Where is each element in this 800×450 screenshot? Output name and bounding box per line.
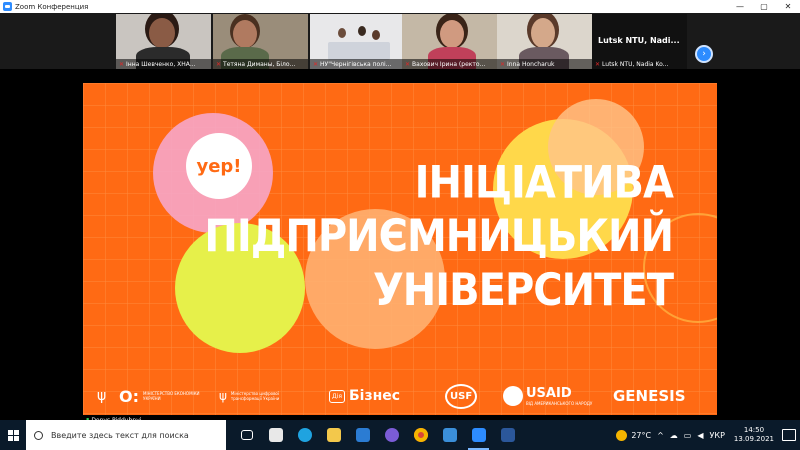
ministry-economy-logo: O: МІНІСТЕРСТВО ЕКОНОМІКИ УКРАЇНИ (119, 386, 200, 406)
viber-icon[interactable] (377, 420, 406, 450)
window-controls: — ▢ ✕ (728, 0, 800, 13)
chevron-up-icon[interactable]: ^ (657, 431, 664, 440)
mic-muted-icon: ✕ (405, 60, 411, 68)
headline-line: УНІВЕРСИТЕТ (372, 264, 674, 317)
participant-video (531, 18, 555, 48)
participant-tile[interactable]: ✕ НУ"Чернігівська полі... (310, 14, 405, 69)
chevron-right-icon[interactable]: › (695, 45, 713, 63)
diia-mark: Дія (329, 389, 345, 403)
weather-widget[interactable]: 27°C (616, 429, 651, 441)
participant-tile[interactable]: Lutsk NTU, Nadi... ✕ Lutsk NTU, Nadia Ko.… (592, 14, 687, 69)
edge-icon[interactable] (290, 420, 319, 450)
store-icon[interactable] (261, 420, 290, 450)
windows-taskbar: Введите здесь текст для поиска 27°C ^ ☁ … (0, 420, 800, 450)
mic-muted-icon: ✕ (313, 60, 319, 68)
slide-headline: ІНІЦІАТИВА ПІДПРИЄМНИЦЬКИЙ УНІВЕРСИТЕТ (178, 156, 674, 317)
diia-business-logo: Дія Бізнес (329, 388, 400, 404)
usaid-seal-icon (503, 386, 523, 406)
ministry-digital-logo: ψ Міністерство цифрової трансформації Ук… (219, 389, 280, 403)
photos-icon[interactable] (435, 420, 464, 450)
trident-icon: ψ (97, 388, 107, 404)
window-titlebar: Zoom Конференция — ▢ ✕ (0, 0, 800, 13)
clock-time: 14:50 (743, 426, 765, 434)
zoom-taskbar-icon[interactable] (464, 420, 493, 450)
search-icon (34, 430, 43, 440)
genesis-logo: GENESIS (613, 387, 686, 405)
participant-name-placeholder: Lutsk NTU, Nadi... (598, 36, 680, 45)
trident-icon: ψ (219, 389, 227, 403)
participant-tile[interactable]: ✕ Тетяна Диманы, Біло... (213, 14, 308, 69)
clock-date: 13.09.2021 (733, 435, 774, 443)
mic-muted-icon: ✕ (500, 60, 506, 68)
notification-icon[interactable] (782, 429, 796, 441)
headline-line: ІНІЦІАТИВА (414, 157, 674, 209)
participant-video (338, 28, 346, 38)
presentation-slide: yep! ІНІЦІАТИВА ПІДПРИЄМНИЦЬКИЙ УНІВЕРСИ… (83, 83, 717, 415)
sun-icon (616, 429, 628, 441)
maximize-button[interactable]: ▢ (752, 0, 776, 13)
language-indicator[interactable]: УКР (710, 431, 725, 440)
window-title: Zoom Конференция (15, 2, 89, 11)
mic-muted-icon: ✕ (595, 60, 601, 68)
mic-muted-icon: ✕ (119, 60, 125, 68)
windows-logo-icon (7, 429, 19, 441)
participant-video (149, 18, 175, 48)
shared-screen: yep! ІНІЦІАТИВА ПІДПРИЄМНИЦЬКИЙ УНІВЕРСИ… (0, 69, 800, 425)
mail-icon[interactable] (348, 420, 377, 450)
task-view-icon[interactable] (232, 420, 261, 450)
headline-line: ПІДПРИЄМНИЦЬКИЙ (204, 210, 674, 263)
ministry-economy-mark: O: (119, 386, 139, 406)
network-icon[interactable]: ▭ (684, 431, 692, 440)
participant-video (233, 20, 257, 48)
participant-gallery: ✕ Інна Шевченко, ХНА... ✕ Тетяна Диманы, Б… (0, 13, 800, 69)
file-explorer-icon[interactable] (319, 420, 348, 450)
zoom-app-icon (3, 2, 12, 11)
close-button[interactable]: ✕ (776, 0, 800, 13)
usf-logo: USF (445, 383, 478, 409)
participant-tile[interactable]: ✕ Inna Honcharuk (497, 14, 592, 69)
volume-icon[interactable]: ◀ (697, 431, 703, 440)
partner-logos: ψ O: МІНІСТЕРСТВО ЕКОНОМІКИ УКРАЇНИ ψ Мі… (83, 381, 717, 411)
start-button[interactable] (0, 420, 26, 450)
word-icon[interactable] (493, 420, 522, 450)
minimize-button[interactable]: — (728, 0, 752, 13)
chrome-icon[interactable] (406, 420, 435, 450)
mic-muted-icon: ✕ (216, 60, 222, 68)
participant-video (440, 20, 464, 48)
cloud-icon[interactable]: ☁ (670, 431, 678, 440)
participant-tile[interactable]: ✕ Інна Шевченко, ХНА... (116, 14, 211, 69)
participant-tile[interactable]: ✕ Вахович Ірина (ректо... (402, 14, 497, 69)
taskbar-search[interactable]: Введите здесь текст для поиска (26, 420, 226, 450)
taskbar-pinned-apps (232, 420, 522, 450)
usaid-logo: USAID ВІД АМЕРИКАНСЬКОГО НАРОДУ (503, 386, 592, 406)
clock[interactable]: 14:50 13.09.2021 (734, 426, 774, 444)
system-tray: 27°C ^ ☁ ▭ ◀ УКР 14:50 13.09.2021 (613, 420, 800, 450)
